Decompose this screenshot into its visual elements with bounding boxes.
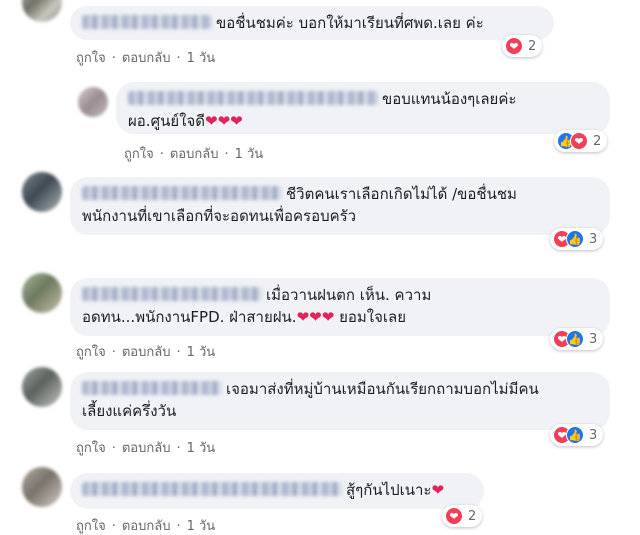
comment-bubble: ชีวิตคนเราเลือกเกิดไม่ได้ /ขอชื่นชม พนัก… (70, 177, 610, 235)
like-icon: 👍 (566, 230, 584, 248)
reaction-count[interactable]: ❤ 2 (442, 505, 483, 527)
comment-actions: ถูกใจ · ตอบกลับ · 1 วัน (76, 519, 216, 534)
author-name[interactable] (82, 15, 212, 29)
heart-emoji: ❤❤❤ (296, 308, 335, 326)
avatar[interactable] (22, 172, 62, 212)
timestamp[interactable]: 1 วัน (187, 51, 216, 66)
timestamp[interactable]: 1 วัน (235, 147, 264, 162)
avatar[interactable] (22, 467, 62, 507)
comment-text-line-2: ผอ.ศูนย์ใจดี (128, 112, 205, 130)
avatar[interactable] (22, 367, 62, 407)
comment-text-line-1: ขอบแทนน้องๆเลยค่ะ (382, 90, 517, 108)
comment-text-line-1: เจอมาส่งที่หมู่บ้านเหมือนกันเรียกถามบอกไ… (226, 380, 539, 398)
reply-button[interactable]: ตอบกลับ (170, 147, 219, 162)
avatar[interactable] (22, 273, 62, 313)
timestamp[interactable]: 1 วัน (187, 441, 216, 456)
love-icon: ❤ (445, 507, 463, 525)
comment-bubble: สู้ๆกันไปเนาะ❤ (70, 473, 484, 509)
reaction-number: 3 (589, 231, 598, 247)
comment-text-line-2-end: ยอมใจเลย (339, 308, 406, 326)
comment-text: สู้ๆกันไปเนาะ (346, 481, 432, 499)
like-icon: 👍 (566, 426, 584, 444)
comment-bubble: ขอชื่นชมค่ะ บอกให้มาเรียนที่ศพด.เลย ค่ะ (70, 6, 554, 40)
love-icon: ❤ (505, 37, 523, 55)
author-name[interactable] (82, 287, 262, 301)
reaction-number: 2 (593, 133, 602, 149)
comment-bubble: ขอบแทนน้องๆเลยค่ะ ผอ.ศูนย์ใจดี❤❤❤ (116, 82, 610, 134)
reply-button[interactable]: ตอบกลับ (122, 519, 171, 534)
reaction-number: 3 (589, 427, 598, 443)
comment-text-line-2: เลี้ยงแค่ครึ่งวัน (82, 402, 177, 420)
heart-emoji: ❤❤❤ (205, 112, 243, 130)
comment-bubble: เจอมาส่งที่หมู่บ้านเหมือนกันเรียกถามบอกไ… (70, 372, 610, 430)
comment-actions: ถูกใจ · ตอบกลับ · 1 วัน (76, 51, 216, 66)
timestamp[interactable]: 1 วัน (187, 519, 216, 534)
avatar[interactable] (78, 87, 108, 117)
timestamp[interactable]: 1 วัน (187, 345, 216, 360)
comment-actions: ถูกใจ · ตอบกลับ · 1 วัน (76, 441, 216, 456)
reaction-count[interactable]: ❤ 👍 3 (550, 424, 604, 446)
reaction-number: 3 (589, 331, 598, 347)
comment-text-line-1: ชีวิตคนเราเลือกเกิดไม่ได้ /ขอชื่นชม (286, 185, 517, 203)
heart-emoji: ❤ (431, 481, 445, 499)
comment-bubble: เมื่อวานฝนตก เห็น. ความ อดทน...พนักงานFP… (70, 278, 610, 336)
like-icon: 👍 (566, 330, 584, 348)
author-name[interactable] (82, 186, 282, 200)
comment-actions: ถูกใจ · ตอบกลับ · 1 วัน (124, 147, 264, 162)
like-button[interactable]: ถูกใจ (76, 345, 106, 360)
like-button[interactable]: ถูกใจ (76, 51, 106, 66)
avatar[interactable] (22, 0, 62, 22)
reaction-count[interactable]: ❤ 2 (502, 35, 543, 57)
reaction-count[interactable]: ❤ 👍 3 (550, 228, 604, 250)
author-name[interactable] (82, 381, 222, 395)
comment-text-line-1: เมื่อวานฝนตก เห็น. ความ (266, 286, 432, 304)
reaction-count[interactable]: 👍 ❤ 2 (554, 130, 608, 152)
love-icon: ❤ (570, 132, 588, 150)
comment-text: ขอชื่นชมค่ะ บอกให้มาเรียนที่ศพด.เลย ค่ะ (216, 14, 484, 32)
comment-actions: ถูกใจ · ตอบกลับ · 1 วัน (76, 345, 216, 360)
reply-button[interactable]: ตอบกลับ (122, 441, 171, 456)
reaction-number: 2 (468, 508, 477, 524)
author-name[interactable] (82, 482, 342, 496)
reply-button[interactable]: ตอบกลับ (122, 51, 171, 66)
like-button[interactable]: ถูกใจ (76, 441, 106, 456)
reaction-count[interactable]: ❤ 👍 3 (550, 328, 604, 350)
reaction-number: 2 (528, 38, 537, 54)
like-button[interactable]: ถูกใจ (76, 519, 106, 534)
comment-text-line-2: อดทน...พนักงานFPD. ฝ่าสายฝน. (82, 308, 297, 326)
like-button[interactable]: ถูกใจ (124, 147, 154, 162)
reply-button[interactable]: ตอบกลับ (122, 345, 171, 360)
comment-text-line-2: พนักงานที่เขาเลือกที่จะอดทนเพื่อครอบครัว (82, 207, 357, 225)
author-name[interactable] (128, 91, 378, 105)
